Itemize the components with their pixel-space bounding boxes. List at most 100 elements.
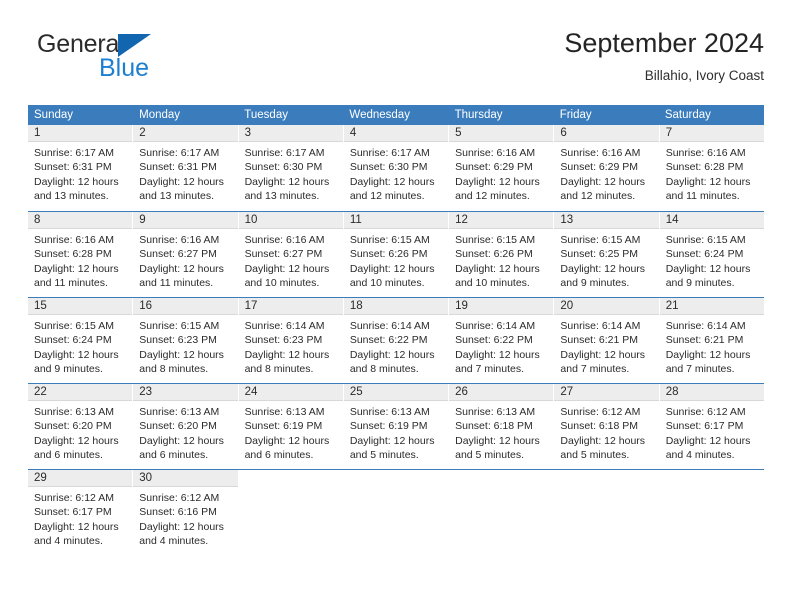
day-info: Sunrise: 6:12 AM Sunset: 6:17 PM Daylight:… [28,487,132,548]
sunset-text: Sunset: 6:19 PM [244,420,323,433]
day-cell[interactable]: 21 Sunrise: 6:14 AM Sunset: 6:21 PM Dayligh… [659,298,764,383]
day-cell[interactable]: 23 Sunrise: 6:13 AM Sunset: 6:20 PM Dayligh… [133,384,239,469]
day-number-band: 27 [554,384,659,401]
day-cell[interactable]: 26 Sunrise: 6:13 AM Sunset: 6:18 PM Dayligh… [449,384,555,469]
sunset-text: Sunset: 6:24 PM [665,248,744,261]
day-cell[interactable]: 7 Sunrise: 6:16 AM Sunset: 6:28 PM Daylight… [659,125,764,211]
day-cell[interactable]: 19 Sunrise: 6:14 AM Sunset: 6:22 PM Dayligh… [449,298,555,383]
day-number-band: 5 [449,125,554,142]
sunrise-text: Sunrise: 6:14 AM [244,320,325,332]
day-cell[interactable]: 27 Sunrise: 6:12 AM Sunset: 6:18 PM Dayligh… [554,384,660,469]
day-cell[interactable]: 24 Sunrise: 6:13 AM Sunset: 6:19 PM Dayligh… [238,384,344,469]
sunrise-text: Sunrise: 6:14 AM [455,320,536,332]
day-cell-empty [449,470,555,555]
daylight-text-line1: Daylight: 12 hours [34,434,119,447]
day-cell[interactable]: 20 Sunrise: 6:14 AM Sunset: 6:21 PM Dayligh… [554,298,660,383]
daylight-text-line1: Daylight: 12 hours [665,434,751,447]
sunset-text: Sunset: 6:20 PM [34,420,112,433]
day-cell[interactable]: 2 Sunrise: 6:17 AM Sunset: 6:31 PM Daylight… [133,125,239,211]
day-cell[interactable]: 8 Sunrise: 6:16 AM Sunset: 6:28 PM Daylight… [28,212,134,297]
day-number: 5 [455,127,462,139]
sunset-text: Sunset: 6:27 PM [244,248,323,261]
day-cell[interactable]: 3 Sunrise: 6:17 AM Sunset: 6:30 PM Daylight… [238,125,344,211]
weekday-header-saturday: Saturday [664,109,711,121]
sunset-text: Sunset: 6:23 PM [244,334,323,347]
day-cell[interactable]: 9 Sunrise: 6:16 AM Sunset: 6:27 PM Daylight… [133,212,239,297]
day-cell[interactable]: 22 Sunrise: 6:13 AM Sunset: 6:20 PM Dayligh… [28,384,134,469]
day-number: 24 [244,386,258,398]
general-blue-logo[interactable]: General Blue [37,30,217,86]
day-info: Sunrise: 6:15 AM Sunset: 6:26 PM Daylight:… [449,229,553,290]
day-cell[interactable]: 17 Sunrise: 6:14 AM Sunset: 6:23 PM Dayligh… [238,298,344,383]
daylight-text-line2: and 7 minutes. [560,362,630,375]
weekday-header-monday: Monday [139,109,181,121]
day-info: Sunrise: 6:15 AM Sunset: 6:24 PM Daylight:… [28,315,132,376]
sunset-text: Sunset: 6:26 PM [349,248,428,261]
daylight-text-line1: Daylight: 12 hours [244,348,330,361]
day-number-band: 19 [449,298,554,315]
weekday-header-friday: Friday [559,109,592,121]
calendar-week-row: 8 Sunrise: 6:16 AM Sunset: 6:28 PM Daylight… [28,211,764,297]
sunrise-text: Sunrise: 6:12 AM [34,492,114,504]
daylight-text-line2: and 9 minutes. [665,276,735,289]
day-cell[interactable]: 12 Sunrise: 6:15 AM Sunset: 6:26 PM Dayligh… [449,212,555,297]
weekday-header-row: Sunday Monday Tuesday Wednesday Thursday Frid… [28,105,764,125]
daylight-text-line2: and 12 minutes. [560,189,636,202]
sunset-text: Sunset: 6:20 PM [139,420,217,433]
day-info: Sunrise: 6:12 AM Sunset: 6:17 PM Daylight:… [660,401,764,462]
day-number-band [554,470,658,487]
daylight-text-line1: Daylight: 12 hours [455,434,540,447]
daylight-text-line1: Daylight: 12 hours [34,520,119,533]
sunset-text: Sunset: 6:24 PM [34,334,112,347]
weekday-header-sunday: Sunday [34,109,74,121]
daylight-text-line2: and 5 minutes. [560,448,630,461]
day-number-band: 10 [238,212,343,229]
day-cell[interactable]: 25 Sunrise: 6:13 AM Sunset: 6:19 PM Dayligh… [343,384,450,469]
sunrise-text: Sunrise: 6:13 AM [34,406,114,418]
day-cell[interactable]: 15 Sunrise: 6:15 AM Sunset: 6:24 PM Dayligh… [28,298,134,383]
day-number: 9 [139,214,146,226]
daylight-text-line1: Daylight: 12 hours [139,434,224,447]
daylight-text-line2: and 6 minutes. [139,448,209,461]
day-cell[interactable]: 1 Sunrise: 6:17 AM Sunset: 6:31 PM Daylight… [28,125,134,211]
daylight-text-line2: and 13 minutes. [34,189,109,202]
day-number-band: 7 [659,125,764,142]
daylight-text-line1: Daylight: 12 hours [139,348,224,361]
sunrise-text: Sunrise: 6:16 AM [244,234,325,246]
day-cell[interactable]: 11 Sunrise: 6:15 AM Sunset: 6:26 PM Dayligh… [343,212,450,297]
day-cell[interactable]: 16 Sunrise: 6:15 AM Sunset: 6:23 PM Dayligh… [133,298,239,383]
day-cell[interactable]: 18 Sunrise: 6:14 AM Sunset: 6:22 PM Dayligh… [343,298,450,383]
sunrise-text: Sunrise: 6:16 AM [560,147,641,159]
daylight-text-line2: and 5 minutes. [455,448,525,461]
day-cell[interactable]: 28 Sunrise: 6:12 AM Sunset: 6:17 PM Dayligh… [659,384,764,469]
day-cell[interactable]: 10 Sunrise: 6:16 AM Sunset: 6:27 PM Dayligh… [238,212,344,297]
sunset-text: Sunset: 6:23 PM [139,334,217,347]
daylight-text-line2: and 8 minutes. [244,362,314,375]
calendar-grid: Sunday Monday Tuesday Wednesday Thursday Frid… [28,105,764,555]
calendar-page: General Blue September 2024 Billahio, Iv… [0,0,792,612]
sunrise-text: Sunrise: 6:14 AM [665,320,746,332]
day-number-band: 29 [28,470,133,487]
day-number: 11 [349,214,362,226]
day-info: Sunrise: 6:13 AM Sunset: 6:20 PM Daylight:… [133,401,237,462]
day-cell[interactable]: 30 Sunrise: 6:12 AM Sunset: 6:16 PM Dayligh… [133,470,239,555]
day-number-band: 21 [659,298,764,315]
day-cell[interactable]: 5 Sunrise: 6:16 AM Sunset: 6:29 PM Daylight… [449,125,555,211]
sunset-text: Sunset: 6:30 PM [349,161,428,174]
sunrise-text: Sunrise: 6:13 AM [139,406,220,418]
day-cell[interactable]: 13 Sunrise: 6:15 AM Sunset: 6:25 PM Dayligh… [554,212,660,297]
daylight-text-line1: Daylight: 12 hours [665,175,751,188]
day-number-band: 6 [554,125,659,142]
day-cell[interactable]: 4 Sunrise: 6:17 AM Sunset: 6:30 PM Daylight… [343,125,450,211]
sunset-text: Sunset: 6:31 PM [139,161,217,174]
day-cell[interactable]: 6 Sunrise: 6:16 AM Sunset: 6:29 PM Daylight… [554,125,660,211]
sunrise-text: Sunrise: 6:15 AM [349,234,430,246]
day-info: Sunrise: 6:15 AM Sunset: 6:24 PM Daylight:… [660,229,764,290]
weekday-header-thursday: Thursday [454,109,503,121]
sunrise-text: Sunrise: 6:15 AM [665,234,746,246]
day-info: Sunrise: 6:16 AM Sunset: 6:27 PM Daylight:… [239,229,343,290]
day-number: 23 [139,386,153,398]
daylight-text-line1: Daylight: 12 hours [349,175,435,188]
day-cell[interactable]: 14 Sunrise: 6:15 AM Sunset: 6:24 PM Dayligh… [659,212,764,297]
day-cell[interactable]: 29 Sunrise: 6:12 AM Sunset: 6:17 PM Dayligh… [28,470,134,555]
